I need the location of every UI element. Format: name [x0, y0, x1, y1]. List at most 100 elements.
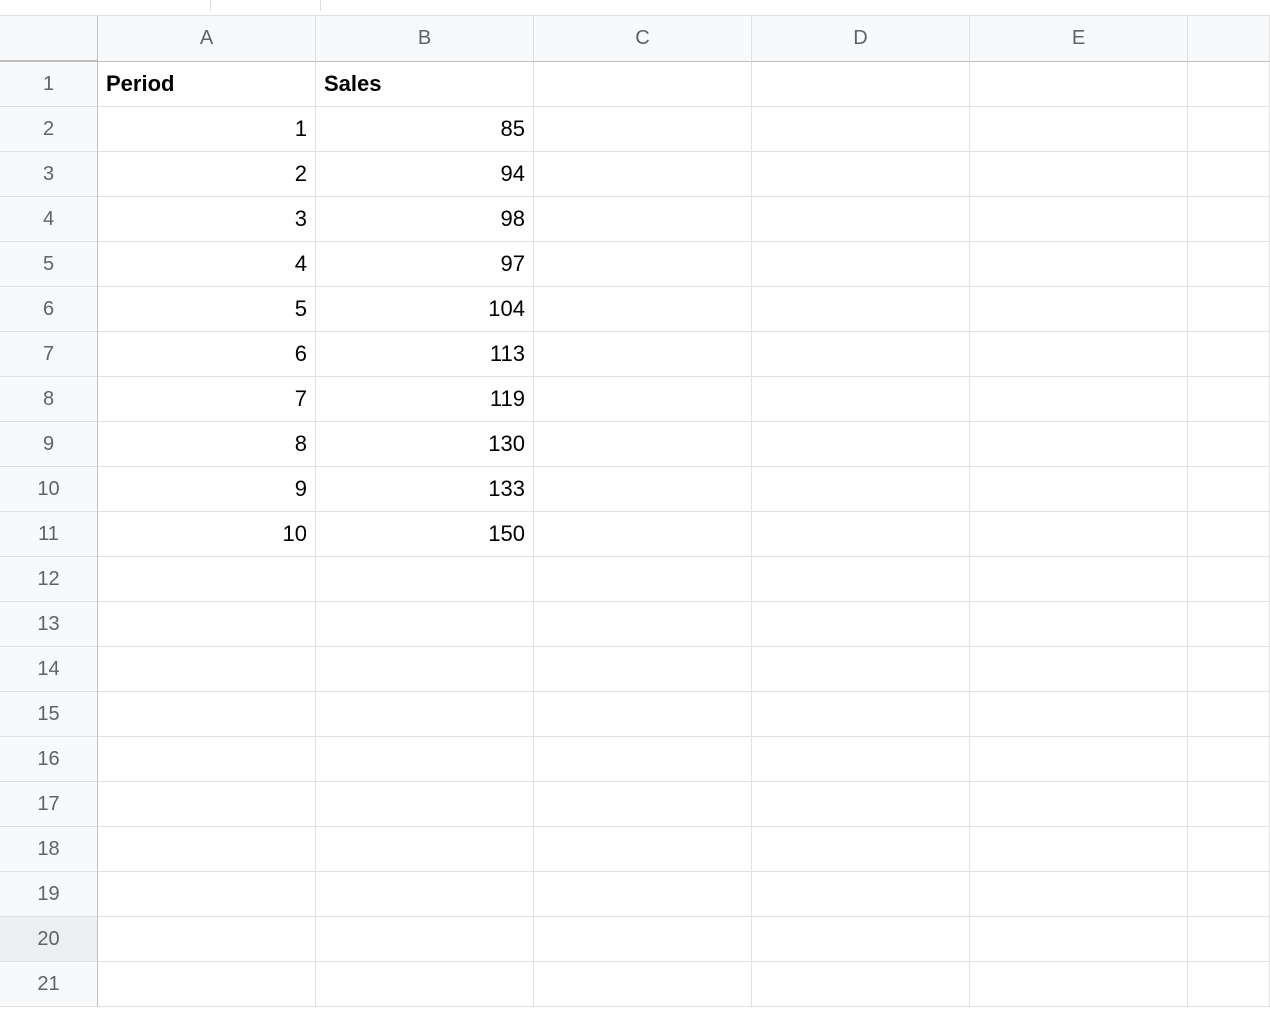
cell-D16[interactable] [752, 737, 970, 782]
row-header-7[interactable]: 7 [0, 332, 98, 377]
cell-D3[interactable] [752, 152, 970, 197]
cell-E16[interactable] [970, 737, 1188, 782]
row-header-17[interactable]: 17 [0, 782, 98, 827]
cell-C19[interactable] [534, 872, 752, 917]
cell-F4[interactable] [1188, 197, 1270, 242]
cell-A10[interactable]: 9 [98, 467, 316, 512]
row-header-8[interactable]: 8 [0, 377, 98, 422]
cell-B11[interactable]: 150 [316, 512, 534, 557]
cell-E6[interactable] [970, 287, 1188, 332]
cell-C16[interactable] [534, 737, 752, 782]
cell-D9[interactable] [752, 422, 970, 467]
cell-F17[interactable] [1188, 782, 1270, 827]
cell-D6[interactable] [752, 287, 970, 332]
cell-A12[interactable] [98, 557, 316, 602]
cell-B14[interactable] [316, 647, 534, 692]
cell-A8[interactable]: 7 [98, 377, 316, 422]
cell-E14[interactable] [970, 647, 1188, 692]
cell-F9[interactable] [1188, 422, 1270, 467]
cell-D15[interactable] [752, 692, 970, 737]
cell-F5[interactable] [1188, 242, 1270, 287]
cell-E1[interactable] [970, 62, 1188, 107]
cell-C10[interactable] [534, 467, 752, 512]
cell-E20[interactable] [970, 917, 1188, 962]
row-header-11[interactable]: 11 [0, 512, 98, 557]
cell-C21[interactable] [534, 962, 752, 1007]
cell-D1[interactable] [752, 62, 970, 107]
cell-E10[interactable] [970, 467, 1188, 512]
cell-C8[interactable] [534, 377, 752, 422]
cell-E15[interactable] [970, 692, 1188, 737]
cell-C11[interactable] [534, 512, 752, 557]
cell-D4[interactable] [752, 197, 970, 242]
cell-F18[interactable] [1188, 827, 1270, 872]
cell-D17[interactable] [752, 782, 970, 827]
cell-C14[interactable] [534, 647, 752, 692]
row-header-5[interactable]: 5 [0, 242, 98, 287]
cell-B12[interactable] [316, 557, 534, 602]
cell-E3[interactable] [970, 152, 1188, 197]
cell-B19[interactable] [316, 872, 534, 917]
cell-A4[interactable]: 3 [98, 197, 316, 242]
cell-F15[interactable] [1188, 692, 1270, 737]
cell-E17[interactable] [970, 782, 1188, 827]
cell-A19[interactable] [98, 872, 316, 917]
cell-B2[interactable]: 85 [316, 107, 534, 152]
cell-F7[interactable] [1188, 332, 1270, 377]
cell-A15[interactable] [98, 692, 316, 737]
cell-F20[interactable] [1188, 917, 1270, 962]
cell-E11[interactable] [970, 512, 1188, 557]
row-header-20[interactable]: 20 [0, 917, 98, 962]
cell-C4[interactable] [534, 197, 752, 242]
cell-F21[interactable] [1188, 962, 1270, 1007]
row-header-9[interactable]: 9 [0, 422, 98, 467]
cell-F1[interactable] [1188, 62, 1270, 107]
cell-C9[interactable] [534, 422, 752, 467]
cell-A2[interactable]: 1 [98, 107, 316, 152]
cell-E4[interactable] [970, 197, 1188, 242]
cell-B15[interactable] [316, 692, 534, 737]
cell-A11[interactable]: 10 [98, 512, 316, 557]
cell-A1[interactable]: Period [98, 62, 316, 107]
cell-A5[interactable]: 4 [98, 242, 316, 287]
col-header-B[interactable]: B [316, 16, 534, 62]
cell-D12[interactable] [752, 557, 970, 602]
cell-A16[interactable] [98, 737, 316, 782]
cell-C2[interactable] [534, 107, 752, 152]
cell-B16[interactable] [316, 737, 534, 782]
cell-F14[interactable] [1188, 647, 1270, 692]
cell-A9[interactable]: 8 [98, 422, 316, 467]
cell-E13[interactable] [970, 602, 1188, 647]
cell-E5[interactable] [970, 242, 1188, 287]
cell-B18[interactable] [316, 827, 534, 872]
row-header-15[interactable]: 15 [0, 692, 98, 737]
cell-D14[interactable] [752, 647, 970, 692]
cell-C3[interactable] [534, 152, 752, 197]
cell-B20[interactable] [316, 917, 534, 962]
cell-E2[interactable] [970, 107, 1188, 152]
col-header-A[interactable]: A [98, 16, 316, 62]
cell-D11[interactable] [752, 512, 970, 557]
cell-A18[interactable] [98, 827, 316, 872]
cell-D8[interactable] [752, 377, 970, 422]
row-header-14[interactable]: 14 [0, 647, 98, 692]
cell-F10[interactable] [1188, 467, 1270, 512]
cell-A14[interactable] [98, 647, 316, 692]
cell-D21[interactable] [752, 962, 970, 1007]
cell-F12[interactable] [1188, 557, 1270, 602]
cell-A13[interactable] [98, 602, 316, 647]
cell-E21[interactable] [970, 962, 1188, 1007]
cell-B13[interactable] [316, 602, 534, 647]
cell-C1[interactable] [534, 62, 752, 107]
col-header-F[interactable] [1188, 16, 1270, 62]
cell-C7[interactable] [534, 332, 752, 377]
cell-C15[interactable] [534, 692, 752, 737]
cell-B4[interactable]: 98 [316, 197, 534, 242]
row-header-12[interactable]: 12 [0, 557, 98, 602]
row-header-21[interactable]: 21 [0, 962, 98, 1007]
cell-F2[interactable] [1188, 107, 1270, 152]
cell-D13[interactable] [752, 602, 970, 647]
select-all-corner[interactable] [0, 16, 98, 62]
cell-F13[interactable] [1188, 602, 1270, 647]
cell-D7[interactable] [752, 332, 970, 377]
